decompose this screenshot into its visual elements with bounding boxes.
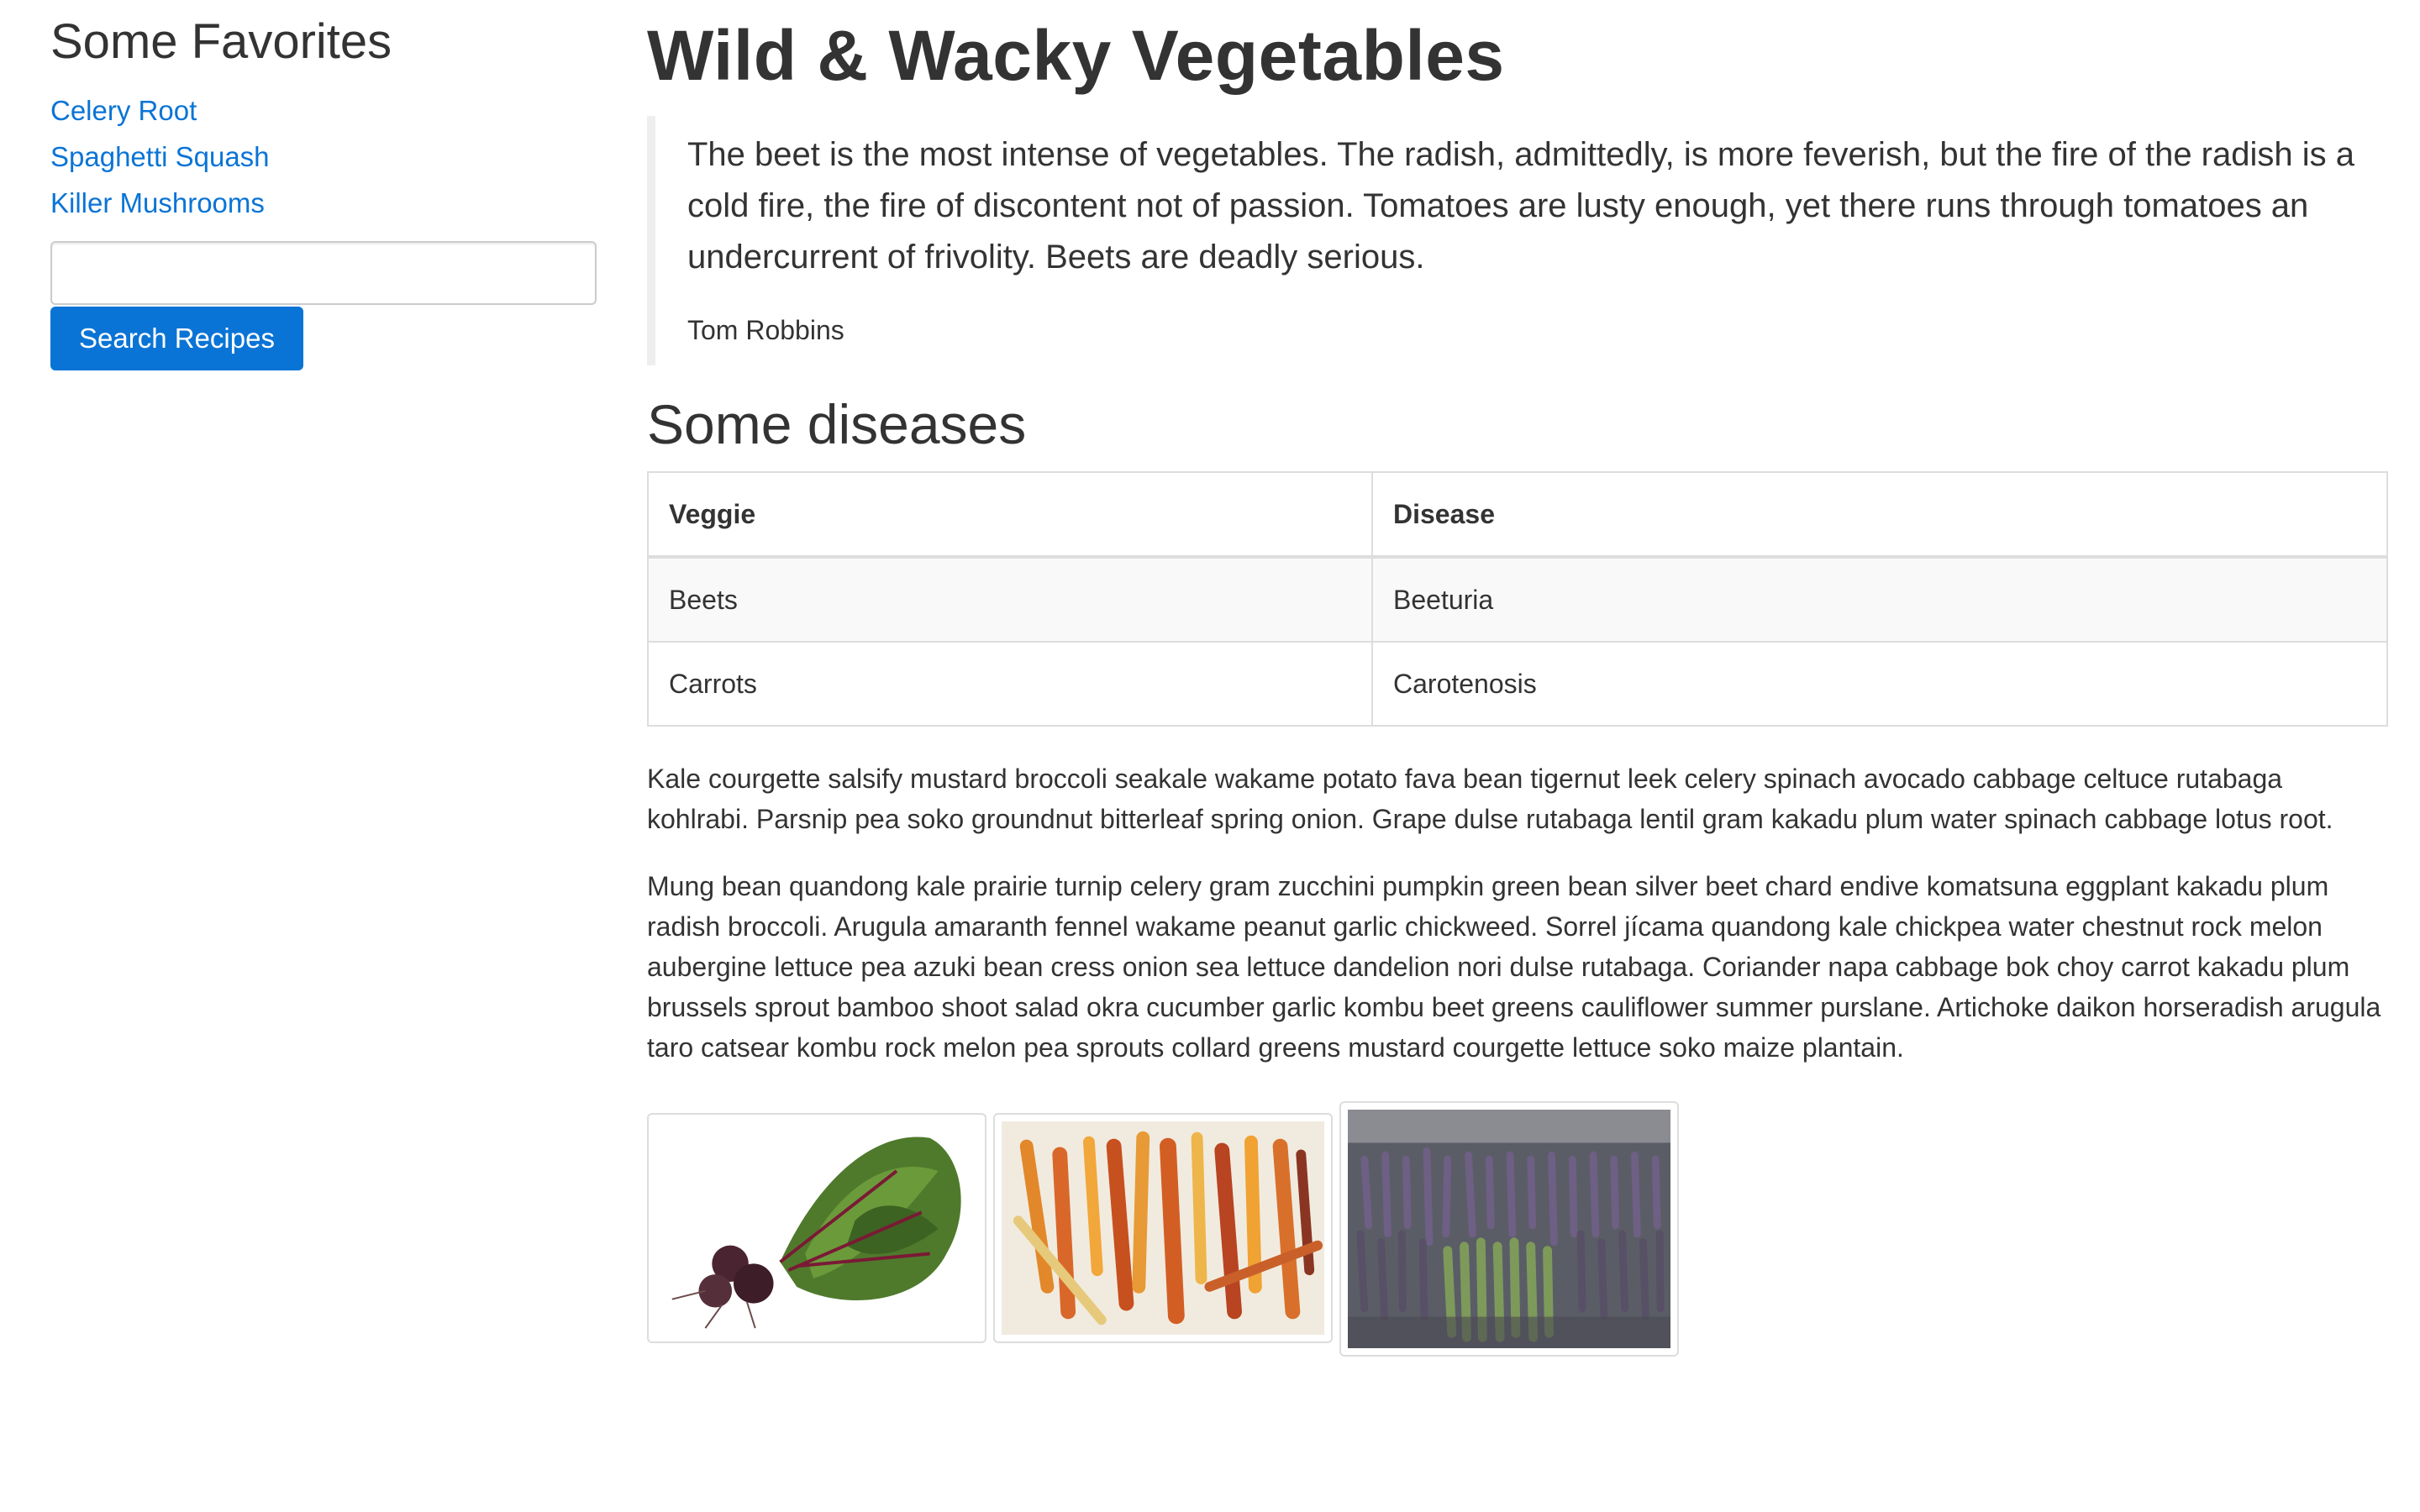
page-title: Wild & Wacky Vegetables bbox=[647, 16, 1505, 95]
table-cell: Carrots bbox=[647, 641, 1373, 727]
list-item: Spaghetti Squash bbox=[50, 137, 605, 183]
search-recipes-button[interactable]: Search Recipes bbox=[50, 307, 303, 370]
table-cell: Beets bbox=[647, 556, 1373, 643]
list-item: Killer Mushrooms bbox=[50, 183, 605, 229]
table-cell: Beeturia bbox=[1371, 556, 2388, 643]
table-row: Carrots Carotenosis bbox=[647, 641, 2388, 727]
carrots-photo bbox=[993, 1113, 1333, 1343]
body-paragraph: Mung bean quandong kale prairie turnip c… bbox=[647, 871, 2381, 1063]
main-content: Wild & Wacky Vegetables The beet is the … bbox=[647, 13, 2388, 1362]
search-input[interactable] bbox=[50, 241, 597, 305]
sidebar-title: Some Favorites bbox=[50, 14, 392, 69]
table-row: Beets Beeturia bbox=[647, 556, 2388, 643]
quote-author: Tom Robbins bbox=[687, 315, 844, 345]
quote-block: The beet is the most intense of vegetabl… bbox=[647, 116, 2388, 365]
beets-photo bbox=[647, 1113, 986, 1343]
sidebar: Some Favorites Celery Root Spaghetti Squ… bbox=[50, 12, 605, 370]
table-cell: Carotenosis bbox=[1371, 641, 2388, 727]
table-header-row: Veggie Disease bbox=[647, 471, 2388, 559]
body-paragraph: Kale courgette salsify mustard broccoli … bbox=[647, 764, 2333, 834]
asparagus-photo bbox=[1339, 1101, 1679, 1357]
quote-text: The beet is the most intense of vegetabl… bbox=[687, 136, 2354, 276]
section-title: Some diseases bbox=[647, 393, 1027, 455]
column-header-disease: Disease bbox=[1371, 471, 2388, 559]
image-gallery bbox=[647, 1101, 2388, 1362]
list-item: Celery Root bbox=[50, 91, 605, 137]
favorites-list: Celery Root Spaghetti Squash Killer Mush… bbox=[50, 91, 605, 229]
diseases-table: Veggie Disease Beets Beeturia Carrots Ca… bbox=[647, 471, 2388, 727]
favorite-link-killer-mushrooms[interactable]: Killer Mushrooms bbox=[50, 187, 265, 218]
column-header-veggie: Veggie bbox=[647, 471, 1373, 559]
favorite-link-celery-root[interactable]: Celery Root bbox=[50, 95, 197, 126]
favorite-link-spaghetti-squash[interactable]: Spaghetti Squash bbox=[50, 141, 270, 172]
